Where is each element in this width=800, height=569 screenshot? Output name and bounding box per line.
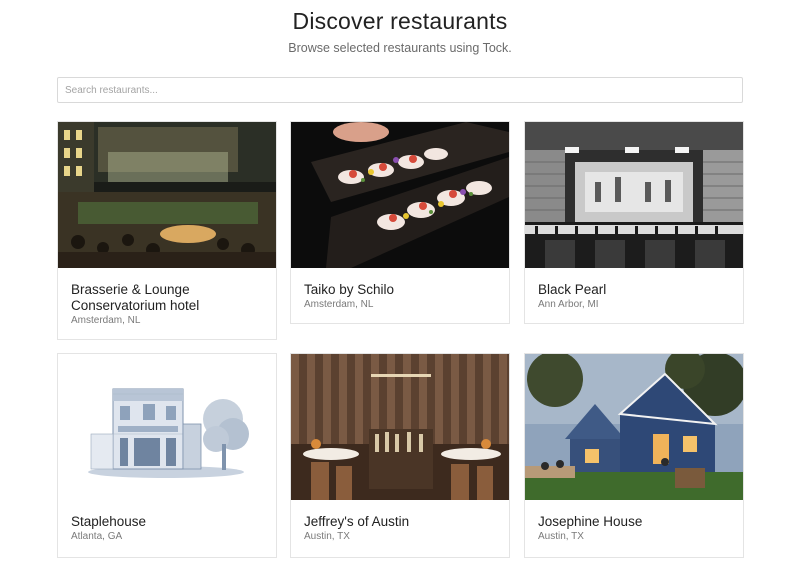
restaurant-name: Josephine House bbox=[538, 514, 643, 529]
restaurant-image bbox=[525, 354, 743, 500]
restaurant-location: Amsterdam, NL bbox=[71, 315, 141, 326]
restaurant-card-josephine[interactable]: Josephine House Austin, TX bbox=[524, 353, 744, 558]
restaurant-image bbox=[58, 354, 276, 500]
page-subtitle: Browse selected restaurants using Tock. bbox=[288, 41, 512, 55]
restaurant-image bbox=[525, 122, 743, 268]
restaurant-image bbox=[291, 354, 509, 500]
restaurant-location: Austin, TX bbox=[538, 531, 584, 542]
restaurant-card-brasserie[interactable]: Brasserie & Lounge Conservatorium hotel … bbox=[57, 121, 277, 340]
restaurant-name: Taiko by Schilo bbox=[304, 282, 395, 297]
restaurant-name: Jeffrey's of Austin bbox=[304, 514, 410, 529]
restaurant-name: Conservatorium hotel bbox=[71, 298, 200, 313]
restaurant-name: Brasserie & Lounge bbox=[71, 282, 190, 297]
restaurant-card-taiko[interactable]: Taiko by Schilo Amsterdam, NL bbox=[290, 121, 510, 324]
restaurant-name: Staplehouse bbox=[71, 514, 147, 529]
restaurant-name: Black Pearl bbox=[538, 282, 607, 297]
restaurant-location: Ann Arbor, MI bbox=[538, 299, 599, 310]
restaurant-card-staplehouse[interactable]: Staplehouse Atlanta, GA bbox=[57, 353, 277, 558]
restaurant-card-black-pearl[interactable]: Black Pearl Ann Arbor, MI bbox=[524, 121, 744, 324]
restaurant-location: Austin, TX bbox=[304, 531, 350, 542]
search-input[interactable] bbox=[57, 77, 743, 103]
restaurant-image bbox=[58, 122, 276, 268]
restaurant-location: Amsterdam, NL bbox=[304, 299, 374, 310]
page-title: Discover restaurants bbox=[292, 8, 508, 34]
restaurant-card-jeffreys[interactable]: Jeffrey's of Austin Austin, TX bbox=[290, 353, 510, 558]
restaurant-image bbox=[291, 122, 509, 268]
restaurant-location: Atlanta, GA bbox=[71, 531, 123, 542]
